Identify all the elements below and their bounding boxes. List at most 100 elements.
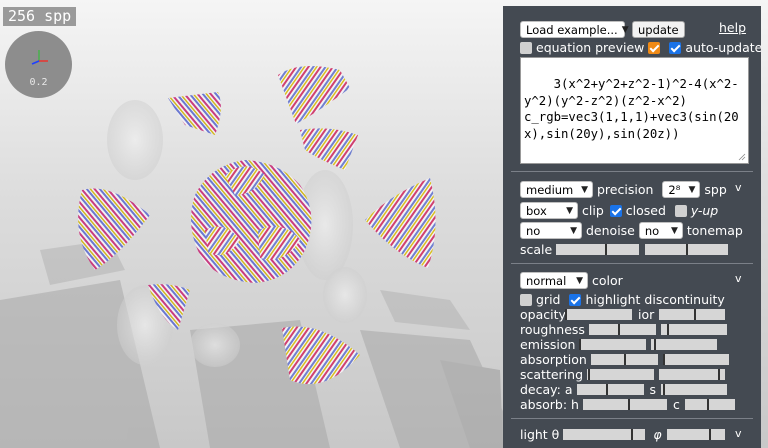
- denoise-label: denoise: [586, 223, 635, 238]
- equation-preview-checkbox[interactable]: [648, 41, 661, 54]
- decay-s-label: s: [649, 382, 657, 397]
- light-collapse-toggle[interactable]: v: [735, 427, 742, 440]
- slider-thumb[interactable]: [662, 354, 665, 365]
- absorption-label: absorption: [520, 352, 587, 367]
- chevron-down-icon: ▼: [670, 225, 678, 236]
- color-label: color: [592, 273, 623, 288]
- slider-thumb[interactable]: [605, 244, 608, 255]
- chevron-down-icon: ▼: [688, 184, 696, 195]
- scale-label: scale: [520, 242, 553, 257]
- material-collapse-toggle[interactable]: v: [735, 272, 742, 285]
- ior-slider[interactable]: [659, 309, 726, 320]
- emission-slider-2[interactable]: [651, 339, 718, 350]
- decay-a-label: decay: a: [520, 382, 573, 397]
- absorption-slider[interactable]: [590, 354, 658, 365]
- equation-preview-status-icon: [520, 41, 532, 54]
- tonemap-select[interactable]: no ▼: [638, 222, 683, 239]
- light-theta-label: light θ: [520, 427, 560, 442]
- decay-s-slider[interactable]: [661, 384, 728, 395]
- scattering-label: scattering: [520, 367, 584, 382]
- render-collapse-toggle[interactable]: v: [735, 181, 742, 194]
- denoise-select-value: no: [526, 223, 541, 238]
- spp-readout: 256 spp: [3, 7, 77, 26]
- spp-select-value: 2⁸: [668, 182, 681, 197]
- slider-thumb[interactable]: [617, 324, 620, 335]
- precision-select-value: medium: [526, 182, 574, 197]
- color-select[interactable]: normal ▼: [520, 272, 588, 289]
- absorb-c-slider[interactable]: [684, 399, 735, 410]
- chevron-down-icon: ▼: [566, 205, 573, 216]
- absorb-c-label: c: [672, 397, 680, 412]
- slider-thumb[interactable]: [579, 339, 582, 350]
- chevron-down-icon: ▼: [570, 225, 577, 236]
- spp-select[interactable]: 2⁸ ▼: [662, 181, 701, 198]
- absorption-slider-2[interactable]: [662, 354, 729, 365]
- slider-thumb[interactable]: [666, 324, 669, 335]
- equation-text: 3(x^2+y^2+z^2-1)^2-4(x^2-y^2)(y^2-z^2)(z…: [524, 77, 739, 141]
- equation-editor[interactable]: 3(x^2+y^2+z^2-1)^2-4(x^2-y^2)(y^2-z^2)(z…: [520, 57, 749, 164]
- example-select-value: Load example...: [526, 22, 618, 37]
- section-divider: [511, 171, 753, 172]
- roughness-slider-2[interactable]: [660, 324, 727, 335]
- roughness-label: roughness: [520, 322, 585, 337]
- axes-gizmo[interactable]: 0.2: [5, 31, 72, 98]
- update-button[interactable]: update: [632, 21, 685, 38]
- opacity-label: opacity: [520, 307, 566, 322]
- highlight-discontinuity-checkbox[interactable]: [569, 293, 582, 306]
- auto-update-checkbox[interactable]: [669, 41, 682, 54]
- emission-label: emission: [520, 337, 576, 352]
- grid-label: grid: [536, 292, 561, 307]
- light-phi-label: φ: [653, 427, 662, 442]
- precision-select[interactable]: medium ▼: [520, 181, 593, 198]
- closed-label: closed: [625, 203, 666, 218]
- scale-slider-2[interactable]: [645, 244, 729, 255]
- section-divider: [511, 418, 753, 419]
- ior-label: ior: [638, 307, 655, 322]
- chevron-down-icon: ▼: [576, 275, 583, 286]
- color-select-value: normal: [526, 273, 567, 288]
- slider-thumb[interactable]: [605, 384, 608, 395]
- clip-select-value: box: [526, 203, 547, 218]
- resize-grip-icon[interactable]: [738, 153, 746, 161]
- absorb-h-slider[interactable]: [582, 399, 667, 410]
- slider-thumb[interactable]: [565, 309, 567, 320]
- highlight-discontinuity-label: highlight discontinuity: [585, 292, 725, 307]
- slider-thumb[interactable]: [588, 369, 591, 380]
- denoise-select[interactable]: no ▼: [520, 222, 582, 239]
- slider-thumb[interactable]: [708, 429, 711, 440]
- decay-a-slider[interactable]: [576, 384, 644, 395]
- slider-thumb[interactable]: [694, 309, 697, 320]
- slider-thumb[interactable]: [663, 384, 666, 395]
- slider-thumb[interactable]: [623, 354, 626, 365]
- light-phi-slider[interactable]: [666, 429, 725, 440]
- light-theta-slider[interactable]: [563, 429, 646, 440]
- absorb-h-label: absorb: h: [520, 397, 579, 412]
- scale-slider[interactable]: [556, 244, 640, 255]
- clip-label: clip: [582, 203, 604, 218]
- gizmo-scale-label: 0.2: [29, 77, 48, 88]
- spp-label: spp: [704, 182, 727, 197]
- equation-preview-label: equation preview: [536, 40, 645, 55]
- scattering-slider-2[interactable]: [659, 369, 726, 380]
- slider-thumb[interactable]: [631, 429, 634, 440]
- clip-select[interactable]: box ▼: [520, 202, 578, 219]
- opacity-slider[interactable]: [565, 309, 632, 320]
- example-select[interactable]: Load example... ▼: [520, 21, 629, 38]
- emission-slider[interactable]: [579, 339, 647, 350]
- grid-checkbox[interactable]: [520, 293, 532, 306]
- precision-label: precision: [597, 182, 654, 197]
- auto-update-label: auto-update: [685, 40, 761, 55]
- tonemap-select-value: no: [644, 223, 660, 238]
- yup-checkbox[interactable]: [674, 204, 687, 217]
- closed-checkbox[interactable]: [609, 204, 622, 217]
- slider-thumb[interactable]: [686, 244, 689, 255]
- slider-thumb[interactable]: [718, 369, 721, 380]
- help-link[interactable]: help: [719, 20, 746, 35]
- slider-thumb[interactable]: [654, 339, 657, 350]
- settings-panel: Load example... ▼ update help equation p…: [503, 6, 761, 448]
- chevron-down-icon: ▼: [621, 24, 629, 35]
- scattering-slider[interactable]: [587, 369, 655, 380]
- roughness-slider[interactable]: [588, 324, 656, 335]
- slider-thumb[interactable]: [706, 399, 709, 410]
- slider-thumb[interactable]: [627, 399, 630, 410]
